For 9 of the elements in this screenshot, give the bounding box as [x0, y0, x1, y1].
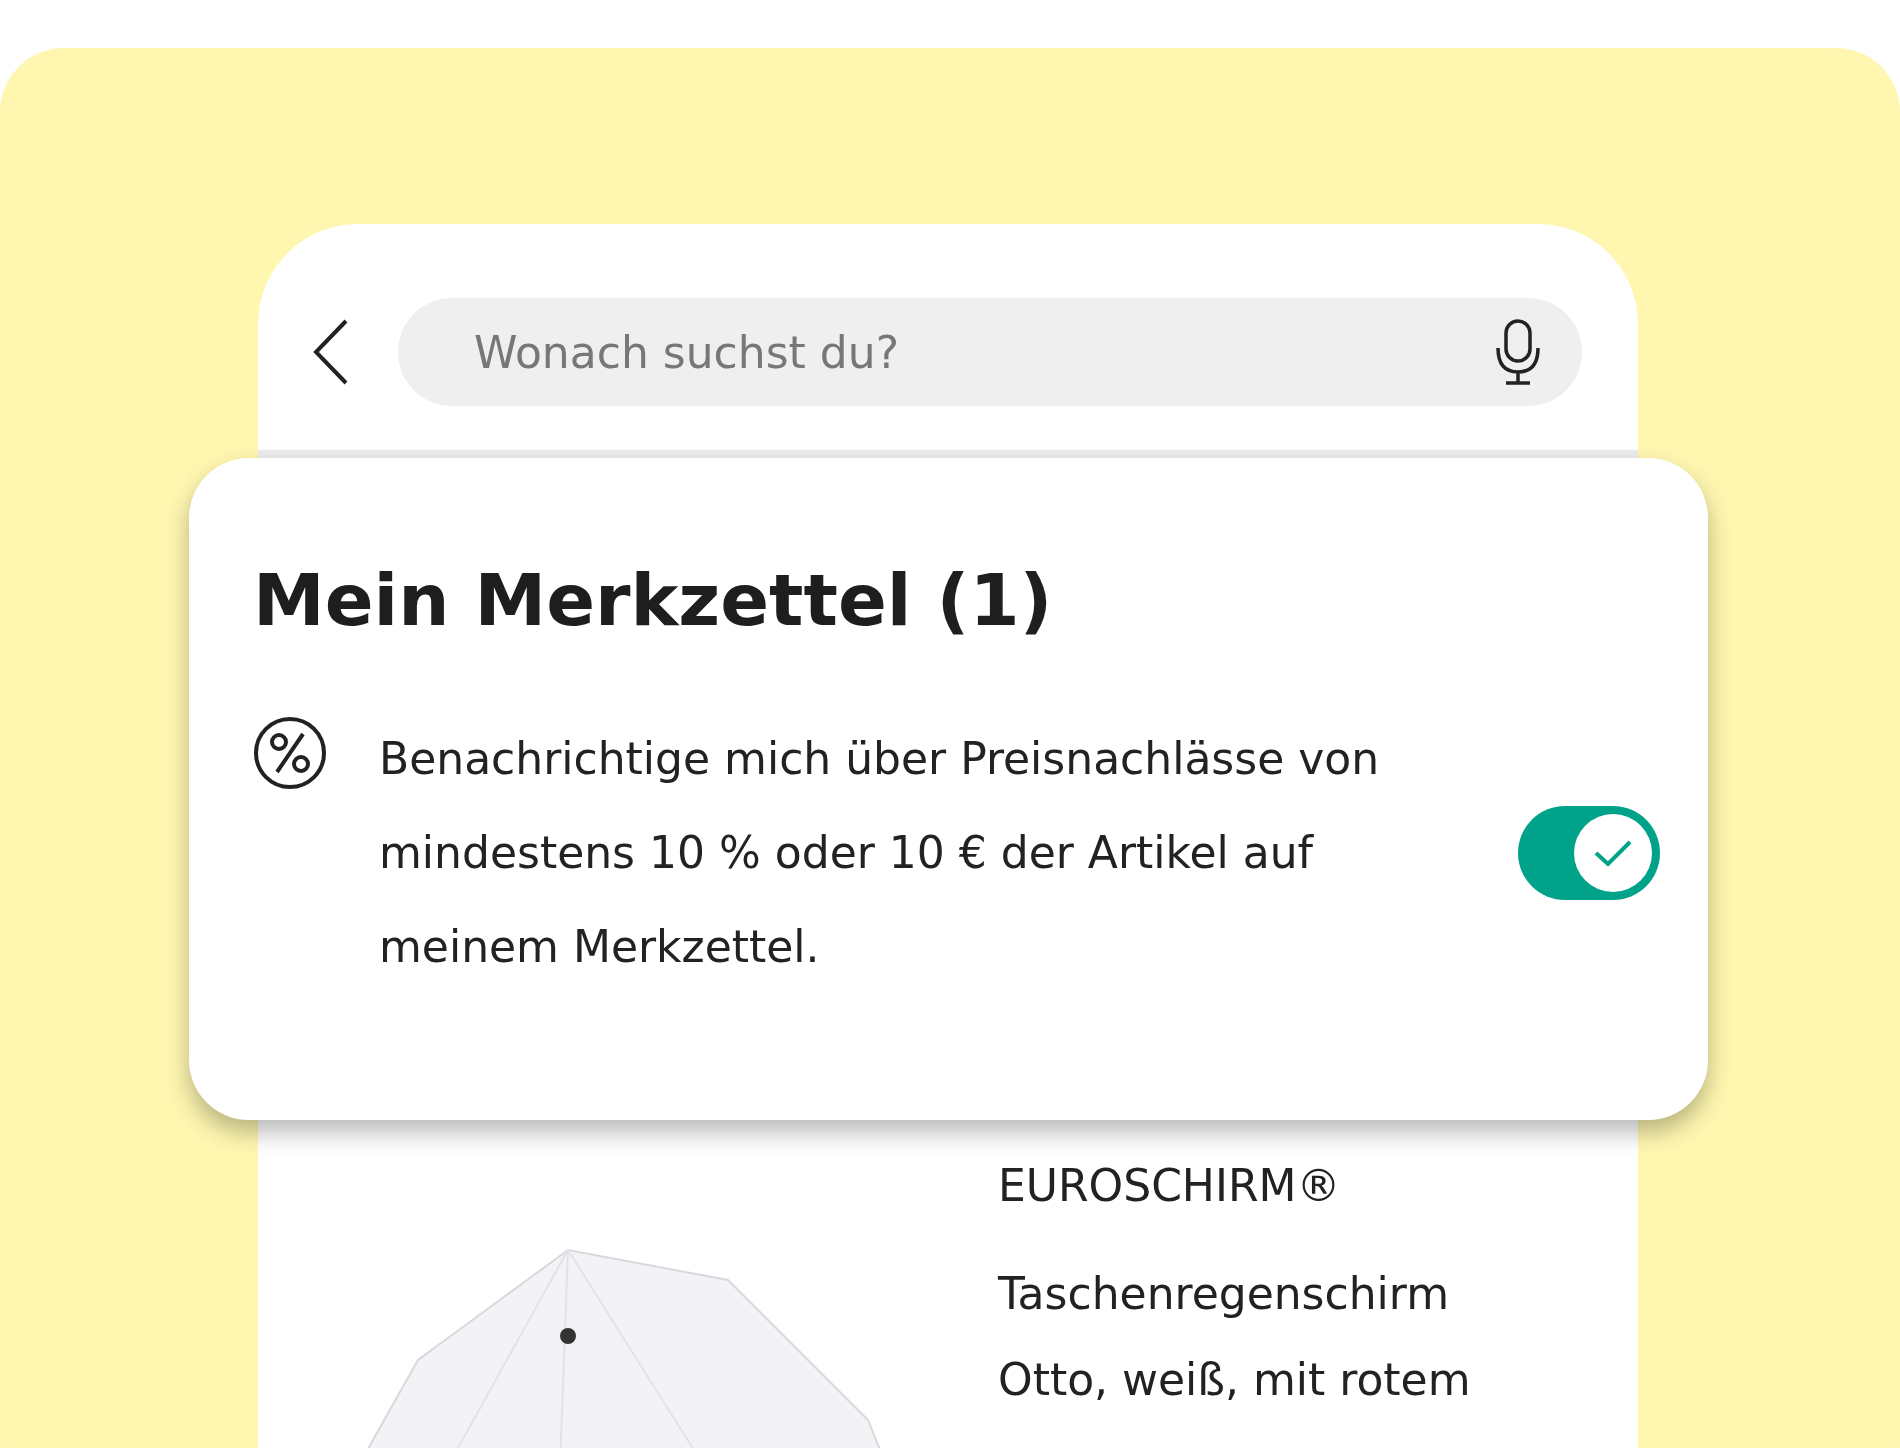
- notification-text: Benachrichtige mich über Preisnachlässe von mindestens 10 % oder 10 € der Artikel auf meinem Merkzettel.: [379, 732, 1381, 974]
- product-brand: EUROSCHIRM®: [998, 1160, 1342, 1211]
- search-field[interactable]: Wonach suchst du?: [398, 298, 1582, 406]
- wishlist-title: Mein Merkzettel (1): [253, 558, 1054, 642]
- checkmark-icon: [1593, 838, 1633, 868]
- microphone-icon[interactable]: [1494, 318, 1542, 386]
- percent-icon: [253, 716, 327, 790]
- product-name: Otto, weiß, mit rotem: [998, 1353, 1471, 1407]
- product-name: Taschenregenschirm: [998, 1267, 1450, 1321]
